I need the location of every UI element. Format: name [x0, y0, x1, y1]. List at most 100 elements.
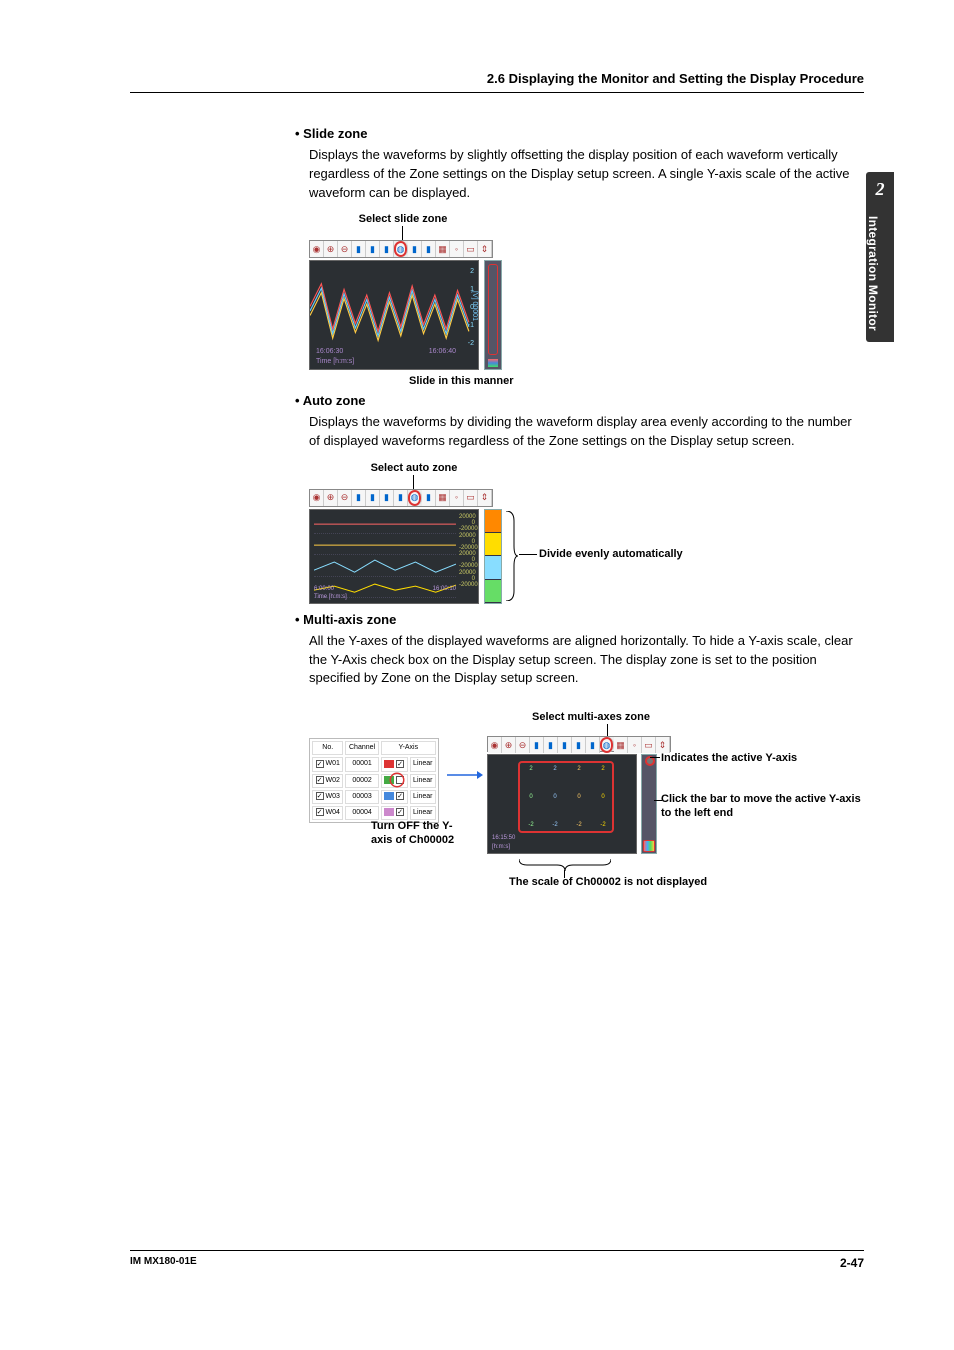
toolbar-auto-zone-icon[interactable]: ◍: [408, 490, 422, 506]
row-channel: 00001: [345, 757, 378, 771]
toolbar-grid-icon[interactable]: ▦: [614, 737, 628, 753]
toolbar-stop-icon[interactable]: ◉: [310, 490, 324, 506]
slider-seg: [485, 556, 501, 579]
toolbar-zone-user-icon[interactable]: ▮: [366, 241, 380, 257]
x-axis: 16:15:50 [h:m:s]: [492, 834, 515, 851]
ytick: 2: [470, 267, 474, 277]
toolbar-slide-zone-icon[interactable]: ◍: [394, 241, 408, 257]
toolbar-zoom-out-icon[interactable]: ⊖: [338, 490, 352, 506]
toolbar-slide-zone-icon[interactable]: ▮: [572, 737, 586, 753]
toolbar-zone-edit-icon[interactable]: ▮: [530, 737, 544, 753]
toolbar-auto-zone-icon[interactable]: ▮: [408, 241, 422, 257]
toolbar-zone-edit-icon[interactable]: ▮: [352, 490, 366, 506]
xtick: 16:06:30: [316, 348, 343, 355]
toolbar-multiaxis-icon[interactable]: ▮: [422, 490, 436, 506]
toolbar-zone-full-icon[interactable]: ▮: [380, 490, 394, 506]
toolbar-multiaxis-icon[interactable]: ▮: [422, 241, 436, 257]
x-axis: 16:06:30Time [h:m:s] 16:06:40: [316, 347, 456, 367]
multiaxis-slider[interactable]: [641, 754, 657, 854]
footer-doc-id: IM MX180-01E: [130, 1256, 197, 1267]
x-axis: 6:00:00Time [h:m:s] 16:00:10: [314, 585, 456, 602]
multiaxis-plot: 20-2 20-2 20-2 20-2 16:15:50 [h:m:s]: [487, 754, 637, 854]
table-row: W03 00003 Linear: [312, 790, 436, 804]
row-no: W03: [325, 793, 339, 800]
auto-zone-slider[interactable]: [484, 509, 502, 604]
yaxis-checkbox[interactable]: [396, 760, 404, 768]
toolbar-zoom-in-icon[interactable]: ⊕: [324, 241, 338, 257]
yaxis-checkbox[interactable]: [396, 792, 404, 800]
toolbar-zoom-out-icon[interactable]: ⊖: [338, 241, 352, 257]
row-enable-checkbox[interactable]: [316, 760, 324, 768]
header-rule: [130, 92, 864, 93]
slide-range-outline: [488, 264, 498, 355]
yaxis-checkbox[interactable]: [396, 808, 404, 816]
slider-bars[interactable]: [644, 841, 654, 851]
footer-rule: [130, 1250, 864, 1251]
page: 2 Integration Monitor 2.6 Displaying the…: [0, 0, 954, 1350]
toolbar-pin-icon[interactable]: ⇕: [478, 241, 492, 257]
toolbar-zone-full-icon[interactable]: ▮: [558, 737, 572, 753]
auto-zone-body: Displays the waveforms by dividing the w…: [309, 413, 855, 451]
row-enable-checkbox[interactable]: [316, 776, 324, 784]
toolbar-zoom-out-icon[interactable]: ⊖: [516, 737, 530, 753]
slide-zone-caption-bottom: Slide in this manner: [409, 374, 514, 390]
toolbar-zone-full-icon[interactable]: ▮: [380, 241, 394, 257]
multiaxis-table-caption: Turn OFF the Y-axis of Ch00002: [371, 820, 461, 848]
side-chapter-tab: 2 Integration Monitor: [866, 172, 894, 342]
toolbar-zoom-in-icon[interactable]: ⊕: [324, 490, 338, 506]
yseg: 200000-20000: [459, 533, 475, 552]
toolbar-next-icon[interactable]: ▭: [464, 241, 478, 257]
table-row: W02 00002 Linear: [312, 774, 436, 788]
color-swatch: [384, 792, 394, 800]
y-axis-column: 20-2: [520, 765, 542, 829]
ytick: -1: [468, 321, 474, 331]
toolbar-slide-zone-icon[interactable]: ▮: [394, 490, 408, 506]
wave-row: [314, 514, 456, 534]
toolbar-zoom-in-icon[interactable]: ⊕: [502, 737, 516, 753]
toolbar-zone-user-icon[interactable]: ▮: [544, 737, 558, 753]
yseg: 200000-20000: [459, 514, 475, 533]
slide-zone-slider[interactable]: [484, 260, 502, 370]
table-header-row: No. Channel Y-Axis: [312, 741, 436, 755]
toolbar-grid-icon[interactable]: ▦: [436, 490, 450, 506]
row-enable-checkbox[interactable]: [316, 792, 324, 800]
toolbar-multiaxis-icon[interactable]: ◍: [600, 737, 614, 753]
slide-zone-heading: Slide zone: [295, 125, 855, 144]
xlabel: [h:m:s]: [492, 844, 510, 850]
chapter-number: 2: [876, 179, 885, 200]
toolbar-stop-icon[interactable]: ◉: [310, 241, 324, 257]
multiaxis-figure: No. Channel Y-Axis W01 00001 Linear W02 …: [309, 698, 855, 908]
toolbar-zone-user-icon[interactable]: ▮: [366, 490, 380, 506]
toolbar-prev-icon[interactable]: ◦: [450, 241, 464, 257]
row-mode[interactable]: Linear: [410, 774, 436, 788]
row-channel: 00002: [345, 774, 378, 788]
multiaxis-caption-right-2: Click the bar to move the active Y-axis …: [661, 793, 871, 821]
toolbar-prev-icon[interactable]: ◦: [628, 737, 642, 753]
toolbar-prev-icon[interactable]: ◦: [450, 490, 464, 506]
multiaxis-caption-bottom: The scale of Ch00002 is not displayed: [509, 876, 707, 890]
pointer-line: [402, 226, 403, 240]
toolbar-zone-edit-icon[interactable]: ▮: [352, 241, 366, 257]
pointer-line: [607, 724, 608, 736]
multiaxis-body: All the Y-axes of the displayed waveform…: [309, 632, 855, 689]
toolbar-next-icon[interactable]: ▭: [464, 490, 478, 506]
toolbar-next-icon[interactable]: ▭: [642, 737, 656, 753]
slide-handle[interactable]: [488, 359, 498, 367]
col-yaxis: Y-Axis: [381, 741, 436, 755]
multiaxis-caption-top: Select multi-axes zone: [501, 710, 681, 726]
color-swatch: [384, 808, 394, 816]
leader-line: [519, 554, 537, 555]
row-mode[interactable]: Linear: [410, 806, 436, 820]
row-enable-checkbox[interactable]: [316, 808, 324, 816]
col-channel: Channel: [345, 741, 378, 755]
toolbar-auto-zone-icon[interactable]: ▮: [586, 737, 600, 753]
toolbar-stop-icon[interactable]: ◉: [488, 737, 502, 753]
multiaxis-caption-right-1: Indicates the active Y-axis: [661, 751, 797, 767]
toolbar-grid-icon[interactable]: ▦: [436, 241, 450, 257]
yaxis-checkbox[interactable]: [396, 776, 404, 784]
row-mode[interactable]: Linear: [410, 790, 436, 804]
xlabel: Time [h:m:s]: [316, 358, 354, 365]
wave-row: [314, 535, 456, 555]
toolbar-pin-icon[interactable]: ⇕: [478, 490, 492, 506]
row-mode[interactable]: Linear: [410, 757, 436, 771]
